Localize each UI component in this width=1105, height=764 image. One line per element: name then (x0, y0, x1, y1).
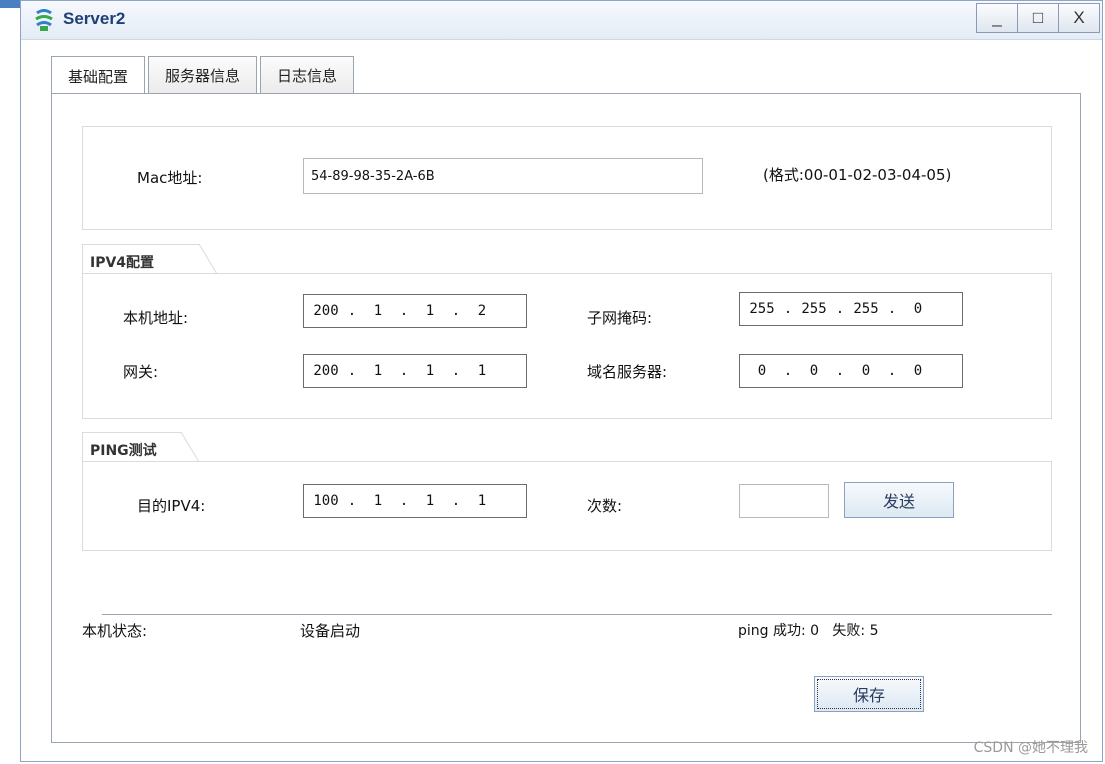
ip-octet[interactable]: 2 (464, 303, 500, 319)
background-edge (0, 0, 20, 764)
ip-dot: . (451, 363, 461, 379)
ip-octet[interactable]: 1 (360, 303, 396, 319)
ip-octet[interactable]: 1 (360, 493, 396, 509)
dns-server-label: 域名服务器: (587, 363, 668, 381)
gateway-label: 网关: (123, 363, 159, 381)
ip-octet[interactable]: 100 (308, 493, 344, 509)
count-label: 次数: (587, 497, 623, 515)
local-address-input[interactable]: 200. 1. 1. 2 (303, 294, 527, 328)
tab-basic-config[interactable]: 基础配置 (51, 56, 146, 96)
ip-dot: . (399, 493, 409, 509)
ip-dot: . (887, 363, 897, 379)
group-tab-slant (181, 432, 200, 462)
ip-dot: . (399, 363, 409, 379)
count-input[interactable] (739, 484, 829, 518)
ip-octet[interactable]: 1 (412, 363, 448, 379)
subnet-mask-input[interactable]: 255. 255. 255. 0 (739, 292, 963, 326)
gateway-input[interactable]: 200. 1. 1. 1 (303, 354, 527, 388)
dest-ipv4-input[interactable]: 100. 1. 1. 1 (303, 484, 527, 518)
title-bar[interactable]: Server2 _ □ X (21, 1, 1102, 40)
ip-octet[interactable]: 0 (848, 363, 884, 379)
tab-bar: 基础配置 服务器信息 日志信息 (51, 56, 357, 96)
ip-octet[interactable]: 200 (308, 363, 344, 379)
ip-dot: . (347, 363, 357, 379)
ip-dot: . (399, 303, 409, 319)
config-panel: Mac地址: 54-89-98-35-2A-6B (格式:00-01-02-03… (51, 93, 1081, 743)
mac-group: Mac地址: 54-89-98-35-2A-6B (格式:00-01-02-03… (82, 126, 1052, 230)
status-value: 设备启动 (300, 622, 361, 640)
ip-octet[interactable]: 0 (744, 363, 780, 379)
ip-dot: . (451, 303, 461, 319)
dest-ipv4-label: 目的IPV4: (137, 497, 206, 515)
send-button[interactable]: 发送 (844, 482, 954, 518)
subnet-mask-label: 子网掩码: (587, 309, 653, 327)
ip-octet[interactable]: 255 (796, 301, 832, 317)
ip-dot: . (451, 493, 461, 509)
ipv4-group-title: IPV4配置 (90, 255, 155, 271)
group-tab-slant (199, 244, 218, 274)
ip-octet[interactable]: 1 (360, 363, 396, 379)
watermark: CSDN @她不理我 (973, 740, 1088, 756)
minimize-button[interactable]: _ (976, 3, 1018, 33)
ip-octet[interactable]: 1 (464, 363, 500, 379)
ip-dot: . (783, 301, 793, 317)
status-label: 本机状态: (82, 622, 148, 640)
ping-group-title: PING测试 (90, 443, 157, 459)
tab-log-info[interactable]: 日志信息 (260, 56, 355, 94)
ip-dot: . (835, 363, 845, 379)
local-address-label: 本机地址: (123, 309, 189, 327)
ping-result: ping 成功: 0 失败: 5 (738, 623, 879, 639)
ip-dot: . (347, 493, 357, 509)
dns-server-input[interactable]: 0.0.0.0 (739, 354, 963, 388)
ip-octet[interactable]: 255 (848, 301, 884, 317)
mac-label: Mac地址: (137, 169, 203, 187)
server-window: Server2 _ □ X 基础配置 服务器信息 日志信息 Mac地址: 54-… (20, 0, 1103, 762)
status-divider (102, 614, 1052, 615)
ipv4-group: 本机地址: 200. 1. 1. 2 子网掩码: 255. 255. 255. 0 网关: … (82, 273, 1052, 419)
ip-octet[interactable]: 0 (796, 363, 832, 379)
ip-dot: . (835, 301, 845, 317)
maximize-button[interactable]: □ (1017, 3, 1059, 33)
ip-octet[interactable]: 1 (412, 493, 448, 509)
mac-format-hint: (格式:00-01-02-03-04-05) (763, 166, 952, 184)
ip-octet[interactable]: 1 (412, 303, 448, 319)
tab-server-info[interactable]: 服务器信息 (148, 56, 258, 94)
ip-dot: . (347, 303, 357, 319)
server-app-icon (35, 9, 53, 31)
close-button[interactable]: X (1058, 3, 1100, 33)
ip-octet[interactable]: 200 (308, 303, 344, 319)
ip-octet[interactable]: 255 (744, 301, 780, 317)
ip-dot: . (783, 363, 793, 379)
mac-input[interactable]: 54-89-98-35-2A-6B (303, 158, 703, 194)
save-button[interactable]: 保存 (814, 676, 924, 712)
ip-octet[interactable]: 1 (464, 493, 500, 509)
ip-octet[interactable]: 0 (900, 301, 936, 317)
ip-dot: . (887, 301, 897, 317)
window-title: Server2 (63, 9, 126, 28)
ip-octet[interactable]: 0 (900, 363, 936, 379)
ping-group: 目的IPV4: 100. 1. 1. 1 次数: 发送 (82, 461, 1052, 551)
